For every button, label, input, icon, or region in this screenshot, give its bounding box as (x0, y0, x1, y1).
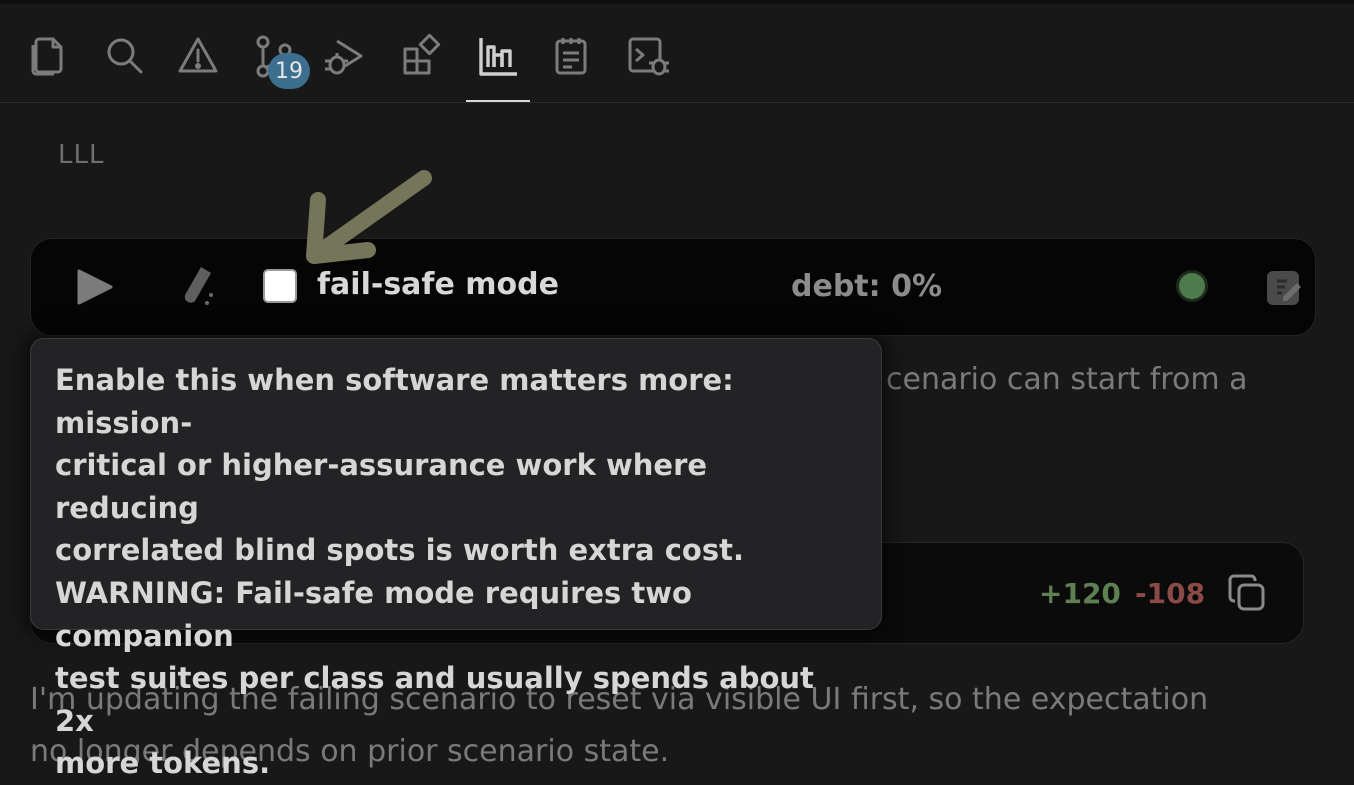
background-text-fragment: cenario can start from a (886, 362, 1248, 397)
chart-icon[interactable] (472, 28, 524, 84)
edit-icon[interactable] (1265, 267, 1303, 307)
scenario-toolbar: fail-safe mode debt: 0% (30, 238, 1316, 336)
tooltip-text: Enable this when software matters more: … (55, 363, 814, 781)
annotation-arrow-icon (306, 170, 432, 264)
test-tube-icon[interactable] (177, 265, 217, 309)
active-tab-indicator (466, 100, 530, 102)
warning-icon[interactable] (172, 28, 224, 84)
activity-bar (0, 4, 1354, 103)
lines-removed: -108 (1135, 577, 1206, 610)
section-title: LLL (58, 140, 105, 170)
play-icon[interactable] (75, 267, 115, 307)
status-dot (1179, 273, 1205, 299)
terminal-debug-icon[interactable] (622, 28, 674, 84)
fail-safe-tooltip: Enable this when software matters more: … (30, 338, 882, 780)
notes-icon[interactable] (546, 28, 598, 84)
source-control-badge: 19 (268, 53, 310, 89)
lines-added: +120 (1039, 577, 1121, 610)
files-icon[interactable] (22, 28, 74, 84)
extensions-icon[interactable] (396, 28, 448, 84)
run-debug-icon[interactable] (318, 28, 370, 84)
debt-indicator: debt: 0% (791, 269, 943, 304)
fail-safe-checkbox[interactable] (263, 269, 297, 303)
search-icon[interactable] (98, 28, 150, 84)
copy-icon[interactable] (1227, 573, 1267, 613)
